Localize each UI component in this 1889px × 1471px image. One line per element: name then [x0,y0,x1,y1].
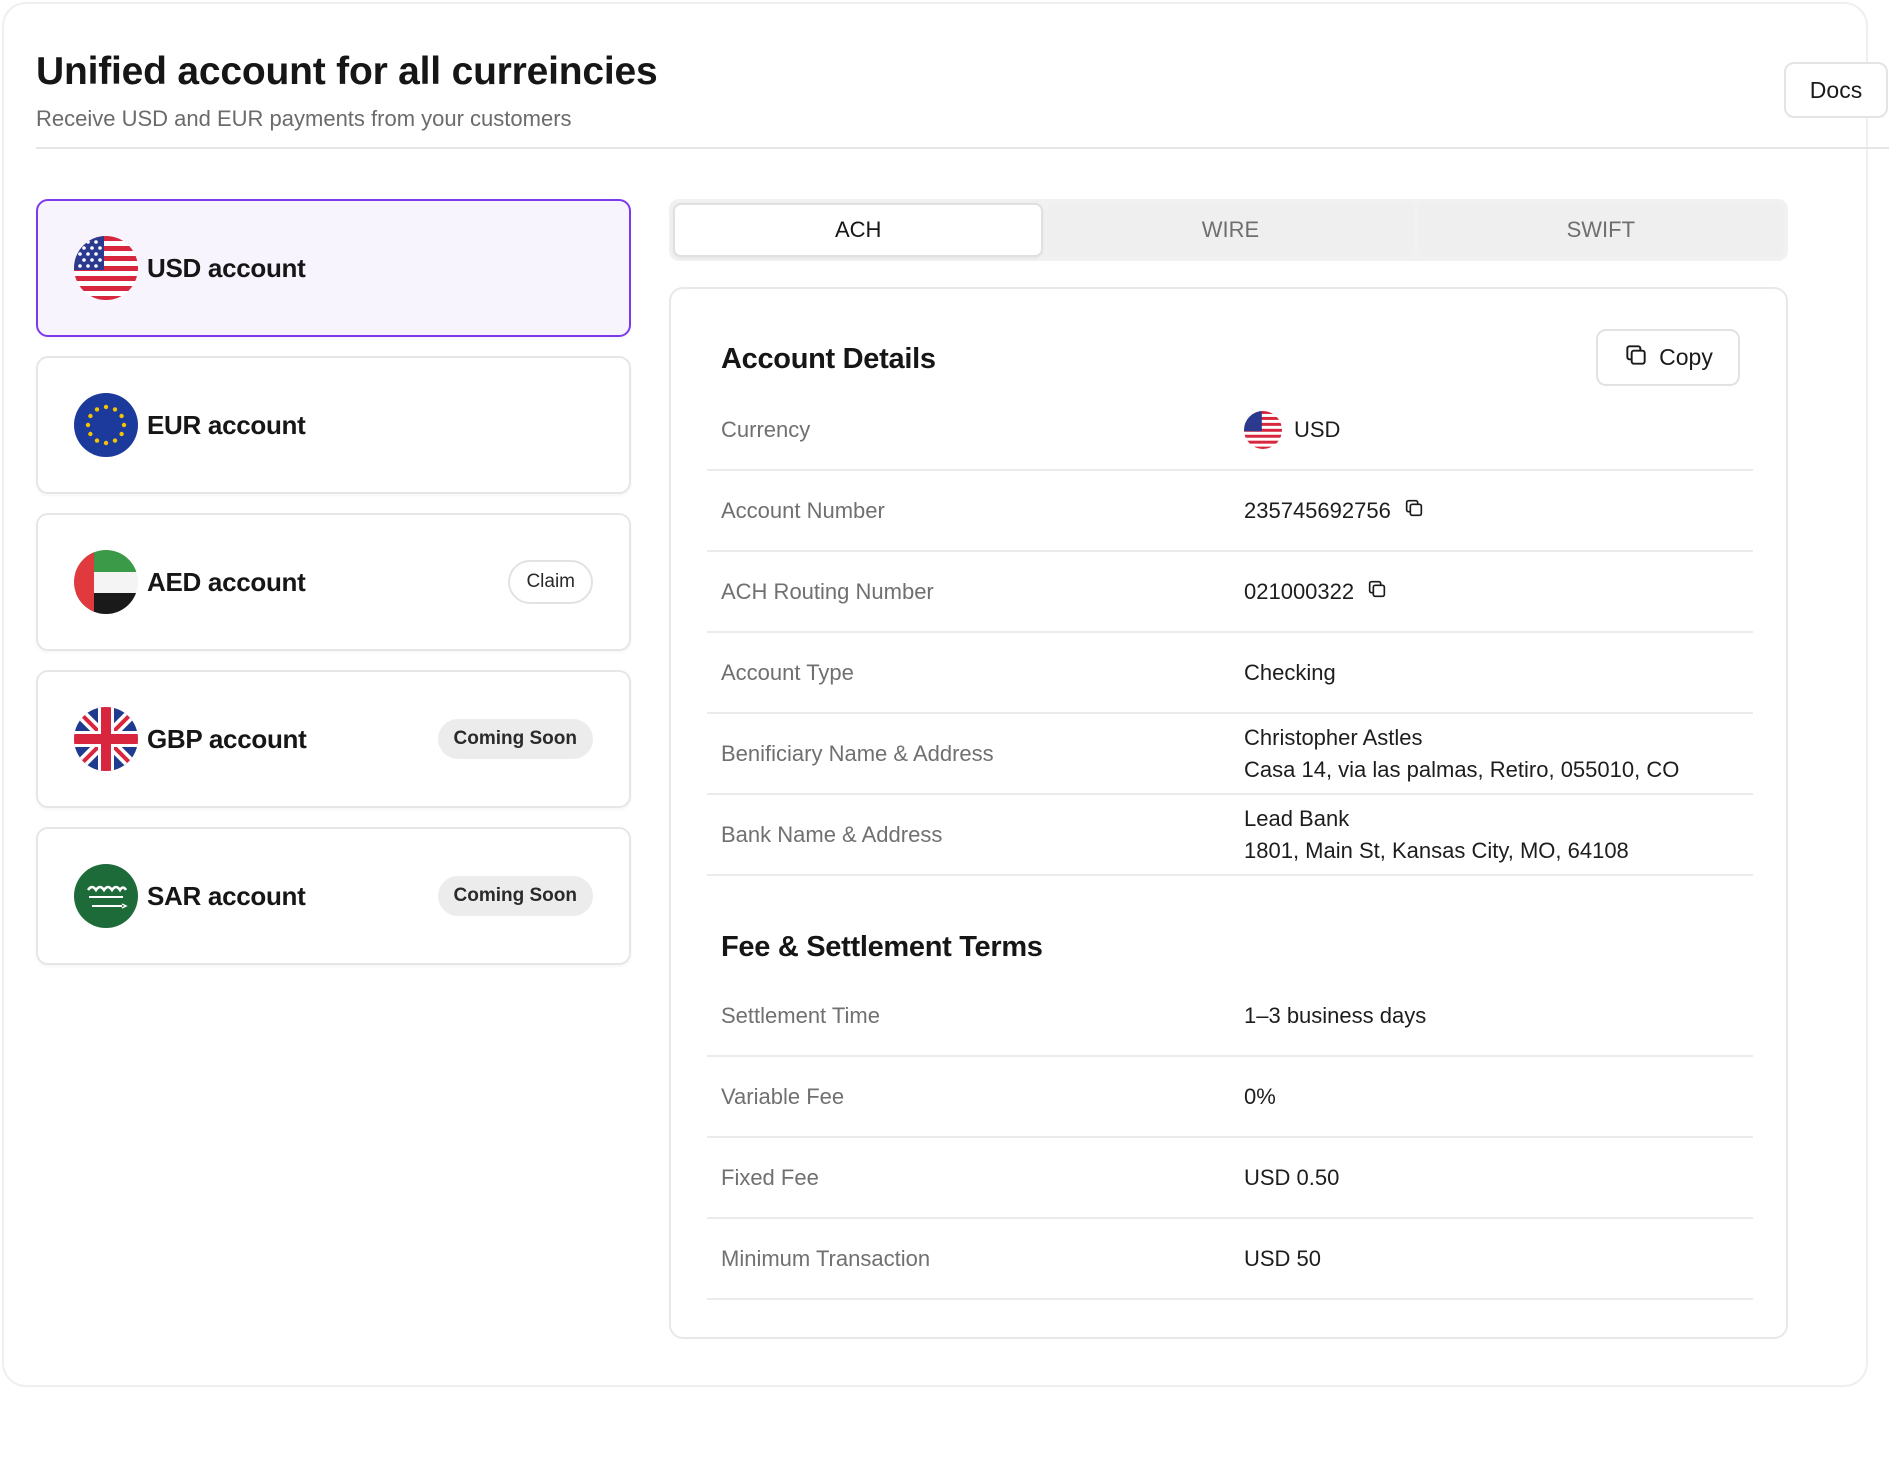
ae-flag-icon [74,550,138,614]
detail-row-routing-number: ACH Routing Number 021000322 [707,552,1753,633]
fee-value: 1–3 business days [1244,1002,1427,1028]
gb-flag-icon [74,707,138,771]
detail-label: Account Type [721,659,854,685]
currency-value: USD [1294,416,1341,442]
payment-method-tabs: ACH WIRE SWIFT [669,199,1788,261]
fee-label: Minimum Transaction [721,1245,931,1271]
bank-name: Lead Bank [1244,805,1350,831]
detail-row-beneficiary: Benificiary Name & Address Christopher A… [707,714,1753,795]
tab-wire[interactable]: WIRE [1047,203,1414,257]
account-details-rows: Currency USD Account Number 235745692756… [707,390,1753,876]
fee-value: USD 0.50 [1244,1164,1340,1190]
detail-row-account-number: Account Number 235745692756 [707,471,1753,552]
account-label: GBP account [147,723,307,754]
account-card-eur[interactable]: EUR account [36,356,631,494]
us-flag-icon [1244,410,1282,449]
tab-swift[interactable]: SWIFT [1417,203,1784,257]
detail-value: USD [1244,410,1341,449]
detail-label: Bank Name & Address [721,821,943,847]
eu-flag-icon [74,393,138,457]
detail-row-bank: Bank Name & Address Lead Bank 1801, Main… [707,795,1753,876]
account-list: USD account EUR account AED account Clai… [36,199,631,984]
fee-row-fixed-fee: Fixed Fee USD 0.50 [707,1138,1753,1219]
detail-row-currency: Currency USD [707,390,1753,471]
docs-button[interactable]: Docs [1784,62,1888,118]
fees-title: Fee & Settlement Terms [721,931,1043,963]
detail-value: Checking [1244,659,1336,685]
fee-label: Fixed Fee [721,1164,819,1190]
account-card-usd[interactable]: USD account [36,199,631,337]
account-number-value: 235745692756 [1244,497,1391,523]
account-label: SAR account [147,880,306,911]
detail-label: Currency [721,416,811,442]
account-details-title: Account Details [721,343,936,375]
account-label: AED account [147,566,306,597]
account-details-panel: Account Details Copy Currency USD Accoun… [669,287,1788,1339]
beneficiary-name: Christopher Astles [1244,724,1423,750]
account-card-gbp[interactable]: GBP account Coming Soon [36,670,631,808]
detail-label: Benificiary Name & Address [721,740,994,766]
detail-label: Account Number [721,497,885,523]
detail-value: Christopher Astles Casa 14, via las palm… [1244,722,1679,786]
us-flag-icon [74,236,138,300]
fee-value: 0% [1244,1083,1276,1109]
fee-row-variable-fee: Variable Fee 0% [707,1057,1753,1138]
fee-label: Variable Fee [721,1083,845,1109]
copy-icon[interactable] [1403,497,1425,525]
fee-rows: Settlement Time 1–3 business days Variab… [707,976,1753,1300]
detail-label: ACH Routing Number [721,578,934,604]
claim-button[interactable]: Claim [508,560,593,604]
coming-soon-badge: Coming Soon [437,876,593,916]
beneficiary-address: Casa 14, via las palmas, Retiro, 055010,… [1244,756,1680,782]
detail-value: Lead Bank 1801, Main St, Kansas City, MO… [1244,803,1629,867]
fee-row-minimum-transaction: Minimum Transaction USD 50 [707,1219,1753,1300]
header-divider [36,147,1889,149]
routing-number-value: 021000322 [1244,578,1355,604]
copy-icon[interactable] [1366,578,1388,606]
fee-label: Settlement Time [721,1002,880,1028]
copy-label: Copy [1659,344,1713,370]
account-label: EUR account [147,409,306,440]
fee-row-settlement-time: Settlement Time 1–3 business days [707,976,1753,1057]
fee-value: USD 50 [1244,1245,1322,1271]
copy-details-button[interactable]: Copy [1596,329,1740,386]
sa-flag-icon [74,864,138,928]
account-card-sar[interactable]: SAR account Coming Soon [36,827,631,965]
detail-value: 235745692756 [1244,497,1425,525]
tab-ach[interactable]: ACH [673,203,1044,257]
detail-row-account-type: Account Type Checking [707,633,1753,714]
account-card-aed[interactable]: AED account Claim [36,513,631,651]
page-title: Unified account for all curreincies [36,50,658,93]
page-subtitle: Receive USD and EUR payments from your c… [36,106,572,131]
detail-value: 021000322 [1244,578,1388,606]
copy-icon [1623,342,1649,374]
account-label: USD account [147,252,306,283]
coming-soon-badge: Coming Soon [437,719,593,759]
bank-address: 1801, Main St, Kansas City, MO, 64108 [1244,837,1629,863]
